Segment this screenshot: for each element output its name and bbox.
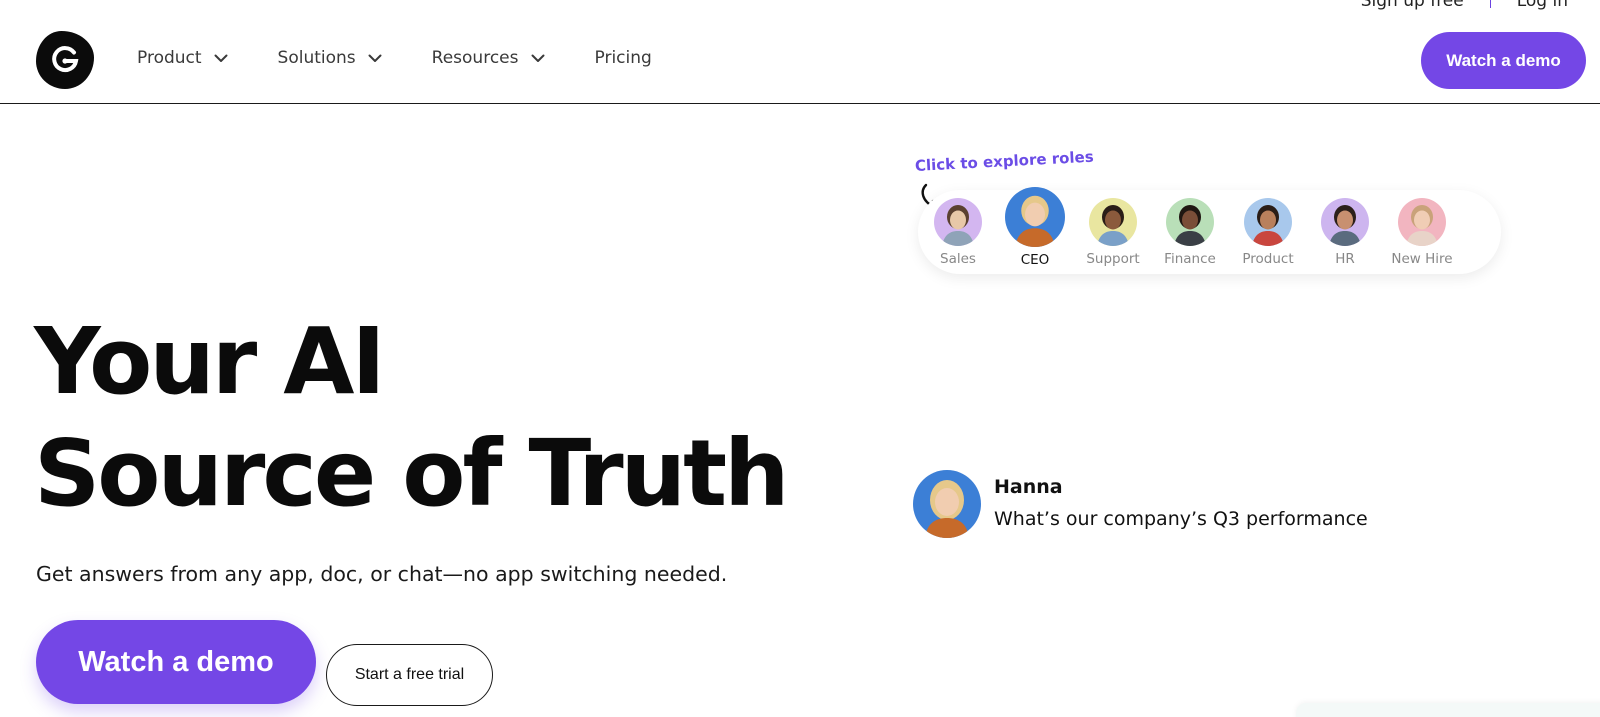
role-label: HR: [1335, 251, 1355, 267]
avatar: [1089, 198, 1137, 246]
role-label: Support: [1086, 251, 1140, 267]
brand-logo-icon[interactable]: [36, 31, 94, 89]
nav-resources[interactable]: Resources: [432, 48, 545, 68]
roles-selector: Sales CEO Support Finance Product HR New Hire: [918, 187, 1501, 274]
nav-solutions-label: Solutions: [277, 48, 356, 68]
nav-product[interactable]: Product: [137, 48, 228, 68]
role-hr[interactable]: HR: [1313, 190, 1377, 267]
role-label: Product: [1242, 251, 1294, 267]
avatar: [1166, 198, 1214, 246]
hanna-avatar: [913, 470, 981, 538]
corner-card: [1296, 703, 1600, 717]
hero-title-line-2: Source of Truth: [34, 420, 790, 527]
start-free-trial-button[interactable]: Start a free trial: [326, 644, 493, 706]
role-new-hire[interactable]: New Hire: [1390, 190, 1454, 267]
avatar: [1321, 198, 1369, 246]
role-label: New Hire: [1391, 251, 1453, 267]
chevron-down-icon: [368, 54, 382, 62]
nav-pricing[interactable]: Pricing: [595, 48, 652, 68]
chat-message: What’s our company’s Q3 performance: [994, 508, 1368, 530]
role-label: Finance: [1164, 251, 1216, 267]
role-sales[interactable]: Sales: [926, 190, 990, 267]
hero-watch-demo-button[interactable]: Watch a demo: [36, 620, 316, 704]
main-nav: Product Solutions Resources Pricing: [137, 48, 652, 68]
nav-solutions[interactable]: Solutions: [278, 48, 382, 68]
explore-roles-hint: Click to explore roles: [914, 147, 1095, 175]
nav-pricing-label: Pricing: [594, 48, 652, 68]
avatar: [1244, 198, 1292, 246]
role-support[interactable]: Support: [1081, 190, 1145, 267]
header-watch-demo-button[interactable]: Watch a demo: [1421, 32, 1586, 89]
chat-user-name: Hanna: [994, 476, 1063, 498]
chevron-down-icon: [214, 54, 228, 62]
role-product[interactable]: Product: [1236, 190, 1300, 267]
nav-resources-label: Resources: [431, 48, 519, 68]
role-label: CEO: [1020, 252, 1050, 268]
nav-product-label: Product: [137, 48, 202, 68]
role-ceo[interactable]: CEO: [1003, 187, 1067, 268]
avatar: [1398, 198, 1446, 246]
chevron-down-icon: [531, 54, 544, 62]
hero-title-line-1: Your AI: [34, 308, 386, 415]
avatar: [934, 198, 982, 246]
site-header: Product Solutions Resources Pricing Watc…: [0, 0, 1600, 104]
role-finance[interactable]: Finance: [1158, 190, 1222, 267]
role-label: Sales: [940, 251, 976, 267]
avatar: [1005, 187, 1065, 247]
hero-title: Your AI Source of Truth: [34, 306, 790, 530]
hero-subtitle: Get answers from any app, doc, or chat—n…: [36, 562, 728, 586]
